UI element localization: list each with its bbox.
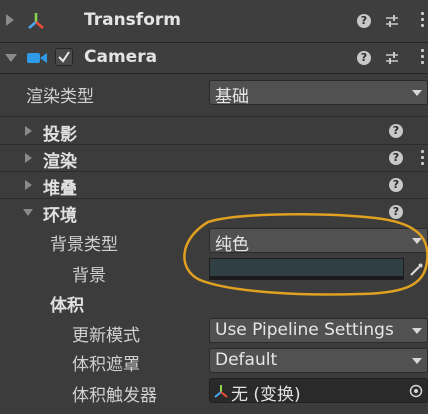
annotation-circle xyxy=(183,213,428,296)
